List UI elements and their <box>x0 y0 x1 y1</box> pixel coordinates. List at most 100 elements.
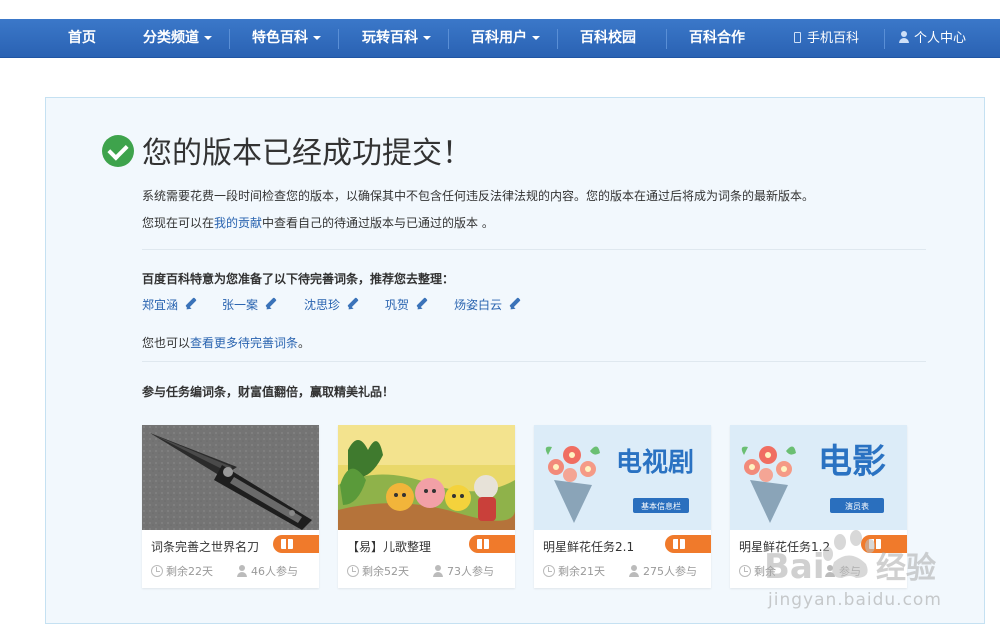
task-card[interactable]: 电视剧 基本信息栏 明星鲜花任务2.1 剩余21天 275人参与 <box>534 425 711 588</box>
task-title: 【易】儿歌整理 <box>347 540 432 554</box>
suggested-entry[interactable]: 炀姿白云 <box>454 296 522 313</box>
person-icon <box>825 565 835 577</box>
participants-label: 73人参与 <box>447 565 494 578</box>
caret-down-icon <box>204 36 212 40</box>
caret-down-icon <box>532 36 540 40</box>
gift-icon <box>869 539 881 549</box>
nav-explore[interactable]: 玩转百科 <box>362 19 431 58</box>
more-entries-link[interactable]: 查看更多待完善词条 <box>190 336 298 350</box>
nav-mobile[interactable]: 手机百科 <box>794 19 859 58</box>
remaining-label: 剩余52天 <box>362 565 409 578</box>
svg-text:电影: 电影 <box>818 442 886 482</box>
task-remaining: 剩余21天 <box>543 563 605 579</box>
gift-icon <box>477 539 489 549</box>
pencil-icon[interactable] <box>346 297 360 311</box>
svg-text:演员表: 演员表 <box>845 501 869 511</box>
clock-icon <box>151 565 163 577</box>
contribution-suffix: 中查看自己的待通过版本与已通过的版本 。 <box>262 216 494 230</box>
task-image-movie: 电影 演员表 <box>730 425 907 530</box>
clock-icon <box>543 565 555 577</box>
user-icon <box>899 31 909 43</box>
review-notice: 系统需要花费一段时间检查您的版本，以确保其中不包含任何违反法律法规的内容。您的版… <box>142 189 815 203</box>
nav-divider <box>884 29 885 49</box>
task-remaining: 剩余 <box>739 563 776 579</box>
svg-text:基本信息栏: 基本信息栏 <box>641 501 681 511</box>
nav-users-label: 百科用户 <box>471 30 527 46</box>
task-title: 词条完善之世界名刀 <box>151 540 260 554</box>
task-card[interactable]: 电影 演员表 明星鲜花任务1.2 剩余 参与 <box>730 425 907 588</box>
my-contributions-link[interactable]: 我的贡献 <box>214 216 262 230</box>
gift-icon <box>281 539 293 549</box>
task-card[interactable]: 【易】儿歌整理 剩余52天 73人参与 <box>338 425 515 588</box>
nav-users[interactable]: 百科用户 <box>471 19 540 58</box>
entry-name: 郑宜涵 <box>142 298 179 312</box>
task-remaining: 剩余52天 <box>347 563 409 579</box>
reward-tag <box>665 535 711 553</box>
reward-tag <box>861 535 907 553</box>
participants-label: 参与 <box>839 565 861 578</box>
task-title: 明星鲜花任务1.2 <box>739 540 831 554</box>
participants-label: 46人参与 <box>251 565 298 578</box>
remaining-label: 剩余22天 <box>166 565 213 578</box>
more-entries-line: 您也可以查看更多待完善词条。 <box>142 334 310 351</box>
task-image-knife <box>142 425 319 530</box>
task-participants: 275人参与 <box>629 563 697 579</box>
person-icon <box>433 565 443 577</box>
task-participants: 46人参与 <box>237 563 298 579</box>
task-remaining: 剩余22天 <box>151 563 213 579</box>
caret-down-icon <box>423 36 431 40</box>
success-check-icon <box>102 135 134 167</box>
entry-name: 张一案 <box>222 298 259 312</box>
participants-label: 275人参与 <box>643 565 697 578</box>
clock-icon <box>739 565 751 577</box>
section-divider <box>142 249 926 250</box>
remaining-label: 剩余 <box>754 565 776 578</box>
gift-icon <box>673 539 685 549</box>
entry-name: 巩贺 <box>385 298 410 312</box>
pencil-icon[interactable] <box>184 297 198 311</box>
nav-mobile-label: 手机百科 <box>807 31 860 46</box>
suggested-entry[interactable]: 郑宜涵 <box>142 296 198 313</box>
suggested-entry[interactable]: 张一案 <box>222 296 278 313</box>
page-title: 您的版本已经成功提交！ <box>142 136 472 171</box>
reward-tag <box>273 535 319 553</box>
suggested-entry[interactable]: 沈思珍 <box>304 296 360 313</box>
pencil-icon[interactable] <box>415 297 429 311</box>
caret-down-icon <box>313 36 321 40</box>
nav-campus[interactable]: 百科校园 <box>580 19 636 58</box>
more-prefix: 您也可以 <box>142 336 191 350</box>
tasks-heading: 参与任务编词条，财富值翻倍，赢取精美礼品！ <box>142 385 395 399</box>
task-card[interactable]: 词条完善之世界名刀 剩余22天 46人参与 <box>142 425 319 588</box>
remaining-label: 剩余21天 <box>558 565 605 578</box>
person-icon <box>237 565 247 577</box>
nav-home[interactable]: 首页 <box>68 19 96 58</box>
nav-divider <box>557 29 558 49</box>
nav-divider <box>448 29 449 49</box>
nav-featured[interactable]: 特色百科 <box>252 19 321 58</box>
suggest-heading: 百度百科特意为您准备了以下待完善词条，推荐您去整理： <box>142 272 455 286</box>
suggested-entry[interactable]: 巩贺 <box>385 296 429 313</box>
task-participants: 73人参与 <box>433 563 494 579</box>
task-image-tv-drama: 电视剧 基本信息栏 <box>534 425 711 530</box>
pencil-icon[interactable] <box>508 297 522 311</box>
phone-icon <box>794 32 801 43</box>
nav-cooperation-label: 百科合作 <box>689 30 745 46</box>
section-divider <box>142 361 926 362</box>
pencil-icon[interactable] <box>264 297 278 311</box>
svg-text:电视剧: 电视剧 <box>616 448 694 478</box>
entry-name: 炀姿白云 <box>454 298 503 312</box>
nav-featured-label: 特色百科 <box>252 30 308 46</box>
clock-icon <box>347 565 359 577</box>
nav-account-label: 个人中心 <box>914 31 967 46</box>
nav-cooperation[interactable]: 百科合作 <box>689 19 745 58</box>
contribution-prefix: 您现在可以在 <box>142 216 215 230</box>
nav-categories[interactable]: 分类频道 <box>143 19 212 58</box>
top-nav: 首页 分类频道 特色百科 玩转百科 百科用户 百科校园 百科合作 手机百科 个人… <box>0 19 1000 58</box>
nav-categories-label: 分类频道 <box>143 30 199 46</box>
nav-divider <box>666 29 667 49</box>
nav-divider <box>338 29 339 49</box>
task-image-cartoon <box>338 425 515 530</box>
nav-explore-label: 玩转百科 <box>362 30 418 46</box>
nav-home-label: 首页 <box>68 30 96 46</box>
nav-account[interactable]: 个人中心 <box>899 19 966 58</box>
